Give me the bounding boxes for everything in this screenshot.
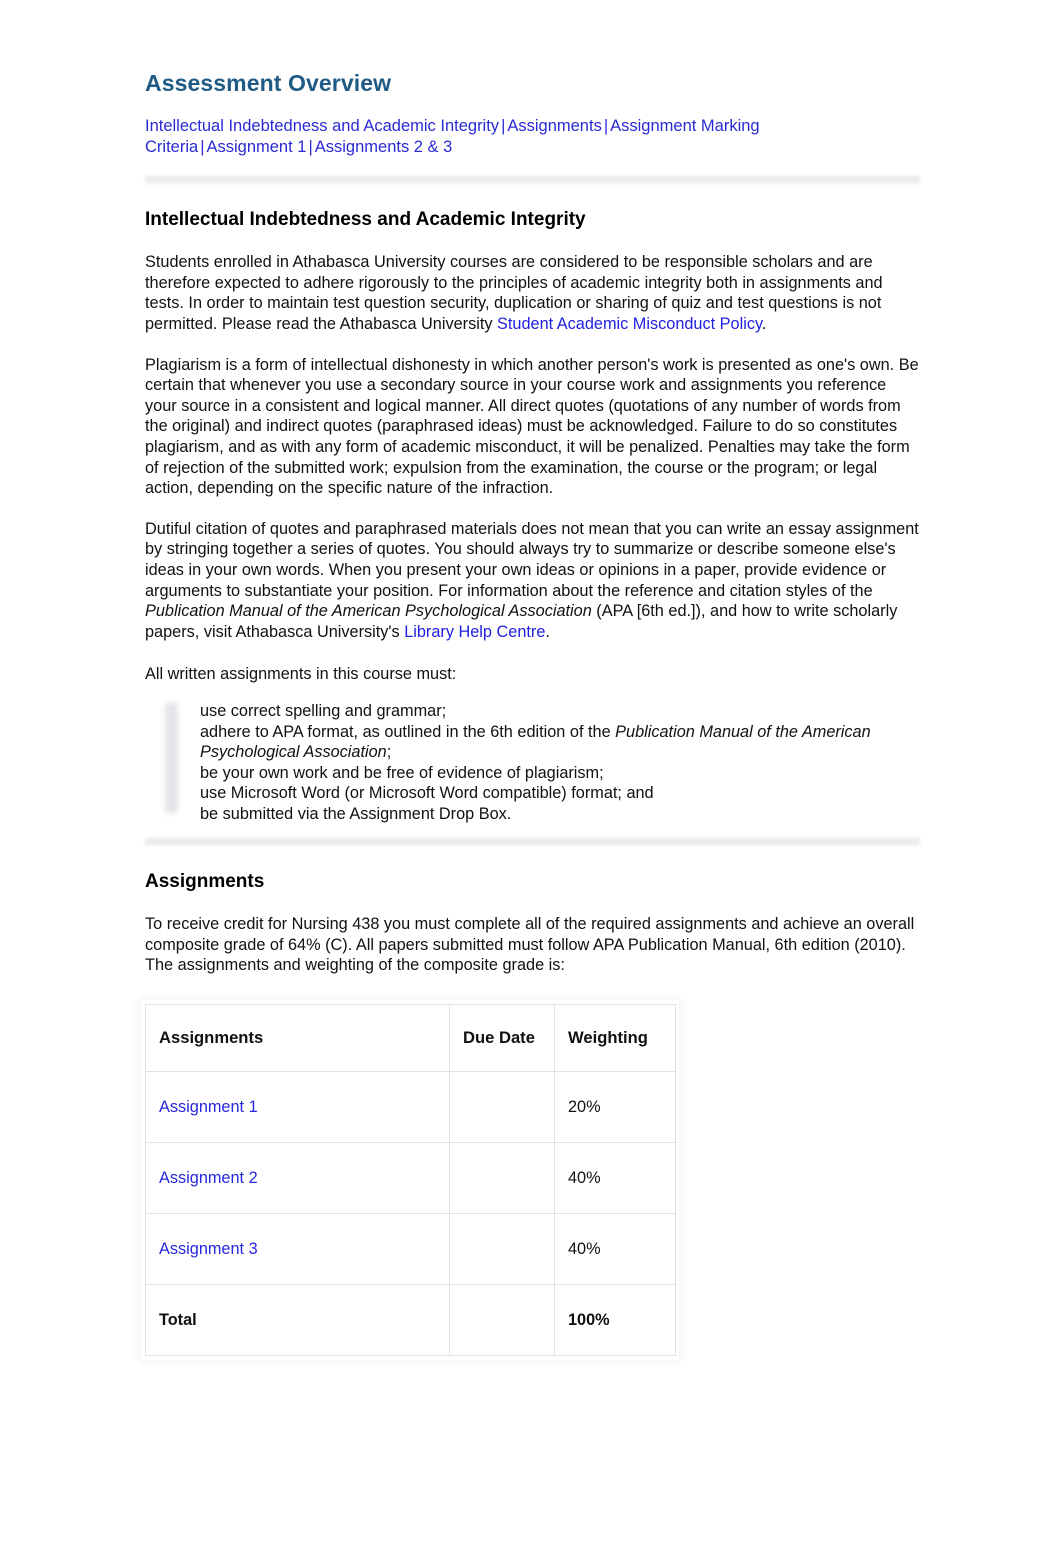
section-nav-links: Intellectual Indebtedness and Academic I… bbox=[145, 116, 905, 158]
cell-weighting: 40% bbox=[554, 1213, 676, 1286]
list-item-text: be your own work and be free of evidence… bbox=[200, 763, 604, 782]
table-row: Assignment 1 20% bbox=[145, 1071, 676, 1144]
nav-link-intellectual-indebtedness[interactable]: Intellectual Indebtedness and Academic I… bbox=[145, 117, 499, 135]
column-header-assignments: Assignments bbox=[145, 1004, 450, 1073]
link-assignment-1[interactable]: Assignment 1 bbox=[159, 1098, 258, 1116]
nav-separator-4: | bbox=[308, 138, 313, 157]
list-item-text-tail: ; bbox=[386, 743, 392, 762]
section-divider-top bbox=[145, 174, 920, 186]
list-item: be your own work and be free of evidence… bbox=[200, 763, 920, 784]
paragraph-assignments-intro: To receive credit for Nursing 438 you mu… bbox=[145, 915, 915, 975]
list-item-text: use Microsoft Word (or Microsoft Word co… bbox=[200, 784, 654, 803]
link-student-academic-misconduct-policy[interactable]: Student Academic Misconduct Policy bbox=[497, 315, 762, 333]
link-assignment-3[interactable]: Assignment 3 bbox=[159, 1240, 258, 1258]
nav-link-assignments[interactable]: Assignments bbox=[507, 117, 601, 135]
column-header-weighting: Weighting bbox=[554, 1004, 676, 1073]
nav-link-assignments-2-and-3[interactable]: Assignments 2 & 3 bbox=[315, 138, 453, 156]
document-content: Assessment Overview Intellectual Indebte… bbox=[145, 70, 920, 1357]
cell-due-date bbox=[449, 1142, 555, 1215]
heading-assignments: Assignments bbox=[145, 871, 265, 893]
cell-assignment-name: Assignment 2 bbox=[145, 1142, 450, 1215]
paragraph-dutiful-citation: Dutiful citation of quotes and paraphras… bbox=[145, 519, 920, 643]
list-item-text: be submitted via the Assignment Drop Box… bbox=[200, 804, 512, 823]
page-title: Assessment Overview bbox=[145, 70, 392, 96]
heading-intellectual-indebtedness: Intellectual Indebtedness and Academic I… bbox=[145, 209, 586, 231]
paragraph-text-tail: . bbox=[761, 315, 767, 334]
cell-assignment-name: Assignment 3 bbox=[145, 1213, 450, 1286]
cell-total-weighting: 100% bbox=[554, 1284, 676, 1357]
paragraph-plagiarism: Plagiarism is a form of intellectual dis… bbox=[145, 355, 919, 498]
paragraph-text-part: Dutiful citation of quotes and paraphras… bbox=[145, 519, 919, 600]
column-header-due-date: Due Date bbox=[449, 1004, 555, 1073]
cell-weighting: 20% bbox=[554, 1071, 676, 1144]
cell-due-date bbox=[449, 1213, 555, 1286]
list-item: adhere to APA format, as outlined in the… bbox=[200, 722, 920, 763]
table-row: Assignment 2 40% bbox=[145, 1142, 676, 1215]
italic-publication-manual: Publication Manual of the American Psych… bbox=[145, 602, 592, 621]
nav-separator-2: | bbox=[603, 117, 609, 136]
assignments-table-wrapper: Assignments Due Date Weighting Assignmen… bbox=[145, 1004, 676, 1357]
cell-due-date bbox=[449, 1284, 555, 1357]
list-item: use correct spelling and grammar; bbox=[200, 701, 920, 722]
paragraph-text-tail: . bbox=[545, 622, 550, 641]
table-row-total: Total 100% bbox=[145, 1284, 676, 1357]
paragraph-responsible-scholars: Students enrolled in Athabasca Universit… bbox=[145, 252, 920, 334]
link-assignment-2[interactable]: Assignment 2 bbox=[159, 1169, 258, 1187]
list-item-text: adhere to APA format, as outlined in the… bbox=[200, 722, 616, 741]
cell-weighting: 40% bbox=[554, 1142, 676, 1215]
cell-total-label: Total bbox=[145, 1284, 450, 1357]
list-margin-shadow bbox=[165, 702, 178, 813]
table-row: Assignment 3 40% bbox=[145, 1213, 676, 1286]
requirements-list: use correct spelling and grammar; adhere… bbox=[145, 701, 920, 825]
nav-link-assignment-1[interactable]: Assignment 1 bbox=[206, 138, 306, 156]
cell-assignment-name: Assignment 1 bbox=[145, 1071, 450, 1144]
cell-due-date bbox=[449, 1071, 555, 1144]
link-library-help-centre[interactable]: Library Help Centre bbox=[404, 623, 545, 641]
list-item: be submitted via the Assignment Drop Box… bbox=[200, 804, 920, 825]
section-divider-assignments bbox=[145, 836, 920, 848]
paragraph-list-intro: All written assignments in this course m… bbox=[145, 665, 457, 684]
document-page: Assessment Overview Intellectual Indebte… bbox=[0, 0, 1062, 1556]
list-item-text: use correct spelling and grammar; bbox=[200, 701, 447, 720]
list-item: use Microsoft Word (or Microsoft Word co… bbox=[200, 783, 920, 804]
table-header-row: Assignments Due Date Weighting bbox=[145, 1004, 676, 1073]
assignments-weighting-table: Assignments Due Date Weighting Assignmen… bbox=[145, 1004, 676, 1357]
